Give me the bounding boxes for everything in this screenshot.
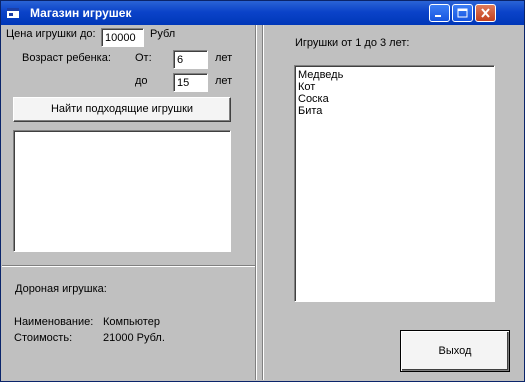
toy-name-value: Компьютер [103,316,160,328]
find-toys-button[interactable]: Найти подходящие игрушки [13,97,231,122]
maximize-icon [457,8,468,18]
list-item[interactable]: Бита [298,105,491,117]
toy-name-label: Наименование: [14,316,94,328]
close-button[interactable] [475,4,496,22]
app-window: Магазин игрушек Цена игрушки до: 10000 Р… [0,0,525,382]
horizontal-divider [2,265,255,266]
list-item[interactable]: Медведь [298,69,491,81]
exit-button[interactable]: Выход [400,330,510,372]
toys-list-heading: Игрушки от 1 до 3 лет: [295,37,410,49]
age-to-unit: лет [215,75,233,87]
title-bar[interactable]: Магазин игрушек [1,1,524,25]
toys-listbox[interactable]: Медведь Кот Соска Бита [294,65,495,302]
vertical-divider-2 [262,25,263,380]
age-label: Возраст ребенка: [22,52,111,64]
price-input[interactable]: 10000 [101,28,144,47]
age-to-input[interactable]: 15 [173,73,208,92]
maximize-button[interactable] [452,4,473,22]
list-item[interactable]: Кот [298,81,491,93]
minimize-icon [435,15,441,17]
age-to-label: до [135,75,148,87]
age-from-unit: лет [215,52,233,64]
expensive-toy-heading: Дороная игрушка: [15,283,107,295]
age-from-label: От: [135,52,152,64]
minimize-button[interactable] [429,4,450,22]
toy-cost-value: 21000 Рубл. [103,332,165,344]
list-item[interactable]: Соска [298,93,491,105]
toy-cost-label: Стоимость: [14,332,73,344]
close-icon [481,8,490,18]
client-area: Цена игрушки до: 10000 Рубл Возраст ребе… [2,25,523,380]
results-listbox[interactable] [13,130,231,252]
app-icon [7,8,19,18]
window-title: Магазин игрушек [30,6,132,20]
age-from-input[interactable]: 6 [173,50,208,69]
price-unit: Рубл [150,28,176,40]
vertical-divider-1 [255,25,256,380]
price-label: Цена игрушки до: [6,28,96,40]
